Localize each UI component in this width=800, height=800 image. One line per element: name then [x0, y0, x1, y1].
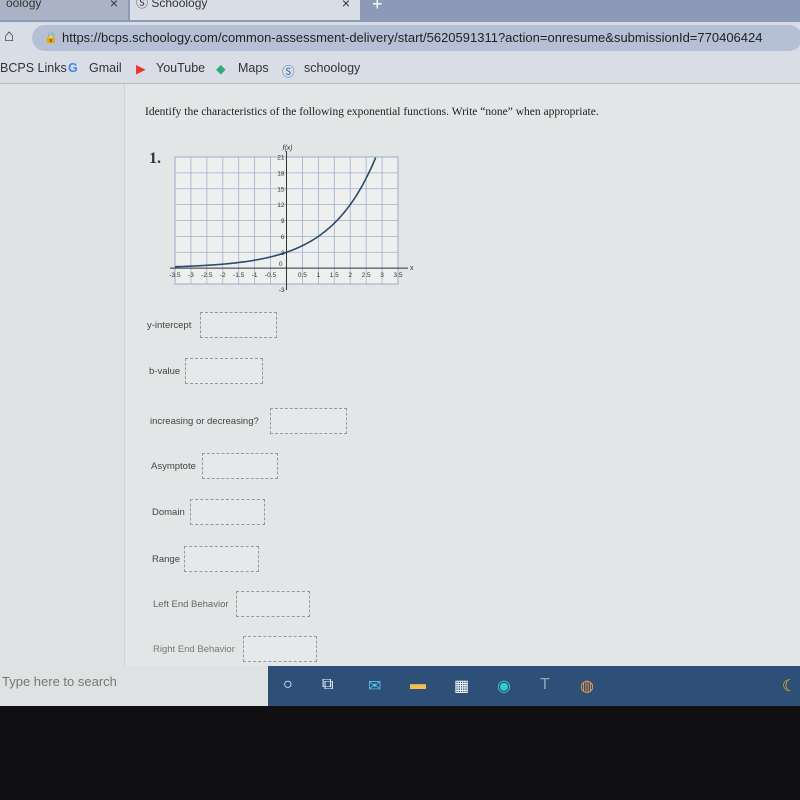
- field-domain: Domain: [152, 499, 265, 525]
- monitor-bezel: [0, 706, 800, 800]
- bookmark-youtube[interactable]: YouTube: [156, 61, 205, 75]
- address-bar-row: ⌂ 🔒 https://bcps.schoology.com/common-ass…: [0, 22, 800, 54]
- url-text: https://bcps.schoology.com/common-assess…: [62, 30, 763, 45]
- field-label: b-value: [149, 366, 181, 377]
- field-label: Domain: [152, 507, 185, 518]
- tab-title: oology: [6, 0, 42, 10]
- google-icon: G: [68, 61, 78, 75]
- field-label: Left End Behavior: [153, 599, 229, 610]
- tab-previous[interactable]: oology ×: [0, 0, 128, 20]
- field-left-end-behavior: Left End Behavior: [153, 591, 310, 617]
- field-range: Range: [152, 546, 259, 572]
- left-end-behavior-input[interactable]: [236, 591, 310, 617]
- bookmark-schoology[interactable]: schoology: [304, 61, 360, 75]
- close-tab-icon[interactable]: ×: [342, 0, 350, 12]
- edge-icon[interactable]: ◉: [497, 676, 511, 696]
- left-panel: [0, 84, 125, 666]
- x-tick-label: 2.5: [362, 272, 371, 279]
- field-increasing-decreasing: increasing or decreasing?: [150, 408, 347, 434]
- x-tick-label: 3.5: [393, 272, 402, 279]
- y-tick-label: -3: [279, 287, 285, 294]
- y-axis-label: f(x): [283, 145, 293, 152]
- tab-title: Schoology: [151, 0, 208, 10]
- taskbar: Type here to search ○ ⧉ ✉ ▬ ▦ ◉ T ◍ ☾: [0, 666, 800, 706]
- bookmark-maps[interactable]: Maps: [238, 61, 269, 75]
- x-tick-label: -1: [252, 272, 258, 279]
- schoology-icon: Ⓢ: [282, 65, 295, 79]
- field-asymptote: Asymptote: [151, 453, 278, 479]
- y-tick-label: 15: [277, 186, 285, 193]
- x-tick-label: -0.5: [265, 272, 277, 279]
- schoology-icon: Ⓢ: [136, 0, 152, 10]
- y-tick-label: 9: [281, 218, 285, 225]
- x-tick-label: -2: [220, 272, 226, 279]
- field-b-value: b-value: [149, 358, 263, 384]
- b-value-input[interactable]: [185, 358, 263, 384]
- field-label: y-intercept: [147, 320, 192, 331]
- field-right-end-behavior: Right End Behavior: [153, 636, 317, 662]
- bookmark-gmail[interactable]: Gmail: [89, 61, 122, 75]
- close-tab-icon[interactable]: ×: [110, 0, 118, 12]
- field-label: increasing or decreasing?: [150, 416, 259, 427]
- origin-label: 0: [279, 261, 283, 268]
- x-axis-label: x: [410, 265, 414, 272]
- increasing-decreasing-input[interactable]: [270, 408, 347, 434]
- field-label: Range: [152, 554, 180, 565]
- x-tick-label: 0.5: [298, 272, 307, 279]
- y-tick-label: 18: [277, 170, 285, 177]
- new-tab-button[interactable]: +: [372, 0, 383, 15]
- tab-strip: oology × Ⓢ Schoology × +: [0, 0, 800, 22]
- x-tick-label: 1.5: [330, 272, 339, 279]
- home-icon[interactable]: ⌂: [4, 26, 14, 46]
- x-tick-label: -1.5: [233, 272, 245, 279]
- url-field[interactable]: 🔒 https://bcps.schoology.com/common-asses…: [32, 25, 800, 51]
- exponential-graph: -3.5 -3 -2.5 -2 -1.5 -1 -0.5 0.5 1 1.5 2 2.5 3 3.5 0 -3…: [169, 145, 414, 294]
- x-tick-label: 3: [380, 272, 384, 279]
- x-tick-label: 1: [317, 272, 321, 279]
- x-tick-label: -2.5: [201, 272, 213, 279]
- field-label: Right End Behavior: [153, 644, 235, 655]
- lock-icon: 🔒: [44, 32, 58, 44]
- bookmark-bcps-links[interactable]: BCPS Links: [0, 61, 67, 75]
- cortana-icon[interactable]: ○: [283, 676, 293, 694]
- field-y-intercept: y-intercept: [147, 312, 277, 338]
- x-tick-label: 2: [348, 272, 352, 279]
- y-tick-label: 21: [277, 155, 285, 162]
- taskbar-search-input[interactable]: Type here to search: [0, 666, 268, 706]
- night-mode-icon[interactable]: ☾: [782, 676, 796, 696]
- maps-icon: ◆: [216, 62, 226, 76]
- teams-icon[interactable]: T: [540, 676, 550, 694]
- mail-icon[interactable]: ✉: [368, 676, 381, 696]
- tab-schoology[interactable]: Ⓢ Schoology ×: [130, 0, 360, 20]
- asymptote-input[interactable]: [202, 453, 278, 479]
- instructions: Identify the characteristics of the foll…: [145, 106, 599, 118]
- store-icon[interactable]: ▦: [454, 676, 469, 696]
- y-tick-label: 12: [277, 202, 285, 209]
- task-view-icon[interactable]: ⧉: [322, 676, 333, 694]
- y-intercept-input[interactable]: [200, 312, 277, 338]
- chrome-icon[interactable]: ◍: [580, 676, 594, 696]
- assessment-page: Identify the characteristics of the foll…: [0, 84, 800, 666]
- range-input[interactable]: [184, 546, 259, 572]
- domain-input[interactable]: [190, 499, 265, 525]
- file-explorer-icon[interactable]: ▬: [410, 676, 426, 694]
- y-tick-label: 6: [281, 234, 285, 241]
- youtube-icon: ▶: [136, 62, 146, 76]
- x-tick-label: -3.5: [169, 272, 181, 279]
- x-tick-label: -3: [188, 272, 194, 279]
- bookmarks-bar: BCPS Links G Gmail ▶ YouTube ◆ Maps Ⓢ sc…: [0, 54, 800, 84]
- field-label: Asymptote: [151, 461, 196, 472]
- right-end-behavior-input[interactable]: [243, 636, 317, 662]
